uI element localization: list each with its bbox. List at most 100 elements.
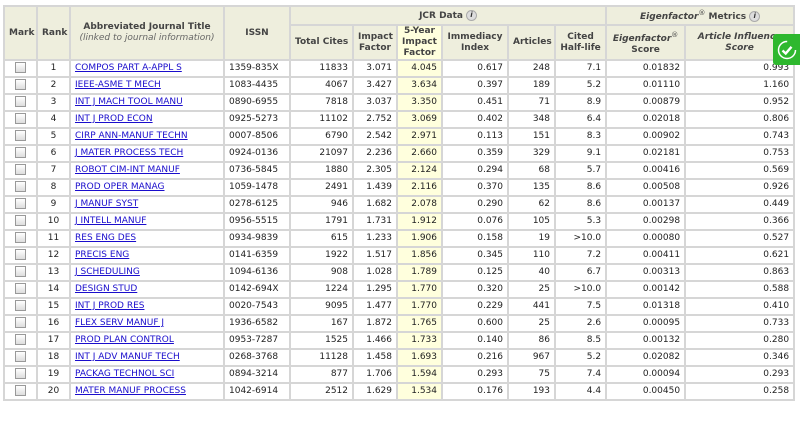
cited-half-life-cell: 5.7 — [553, 161, 608, 180]
mark-checkbox[interactable] — [15, 181, 26, 192]
mark-checkbox[interactable] — [15, 79, 26, 90]
journal-title-link[interactable]: PROD OPER MANAG — [75, 182, 165, 192]
issn-cell: 0924-0136 — [223, 144, 291, 163]
articles-cell: 348 — [507, 110, 556, 129]
info-icon[interactable]: i — [749, 11, 761, 22]
article-influence-score-cell: 0.743 — [684, 127, 796, 146]
info-icon[interactable]: i — [466, 9, 477, 21]
check-badge-icon[interactable] — [773, 34, 800, 65]
mark-checkbox[interactable] — [15, 130, 26, 141]
cited-half-life-cell: 5.2 — [553, 348, 608, 367]
title-cell: PRECIS ENG — [69, 246, 225, 265]
journal-title-link[interactable]: PROD PLAN CONTROL — [75, 335, 174, 345]
journal-title-link[interactable]: J MATER PROCESS TECH — [75, 148, 183, 158]
journal-title-link[interactable]: DESIGN STUD — [75, 284, 137, 294]
immediacy-index-cell: 0.216 — [441, 348, 509, 367]
cited-half-life-cell: 6.7 — [553, 263, 608, 282]
mark-checkbox[interactable] — [15, 198, 26, 209]
articles-cell: 329 — [507, 144, 556, 163]
table-row: 17 PROD PLAN CONTROL 0953-7287 1525 1.466 1.7… — [3, 331, 796, 350]
cited-half-life-cell: >10.0 — [553, 229, 608, 248]
article-influence-score-cell: 0.733 — [684, 314, 796, 333]
cited-half-life-cell: 7.5 — [553, 297, 608, 316]
total-cites-cell: 7818 — [289, 93, 354, 112]
journal-title-link[interactable]: FLEX SERV MANUF J — [75, 318, 164, 328]
issn-cell: 0934-9839 — [223, 229, 291, 248]
journal-title-link[interactable]: J MANUF SYST — [75, 199, 138, 209]
total-cites-cell: 1224 — [289, 280, 354, 299]
five-year-impact-factor-cell: 2.124 — [396, 161, 443, 180]
mark-checkbox[interactable] — [15, 113, 26, 124]
mark-cell — [3, 93, 38, 112]
mark-checkbox[interactable] — [15, 317, 26, 328]
mark-checkbox[interactable] — [15, 164, 26, 175]
mark-checkbox[interactable] — [15, 283, 26, 294]
mark-checkbox[interactable] — [15, 147, 26, 158]
journal-title-link[interactable]: J SCHEDULING — [75, 267, 140, 277]
eigenfactor-score-cell: 0.01832 — [605, 59, 687, 78]
journal-title-link[interactable]: PRECIS ENG — [75, 250, 129, 260]
mark-cell — [3, 263, 38, 282]
mark-cell — [3, 246, 38, 265]
total-cites-cell: 2491 — [289, 178, 354, 197]
mark-checkbox[interactable] — [15, 385, 26, 396]
issn-cell: 0278-6125 — [223, 195, 291, 214]
journal-title-link[interactable]: CIRP ANN-MANUF TECHN — [75, 131, 188, 141]
mark-checkbox[interactable] — [15, 249, 26, 260]
rank-cell: 10 — [36, 212, 71, 231]
journal-title-link[interactable]: MATER MANUF PROCESS — [75, 386, 186, 396]
journal-title-link[interactable]: PACKAG TECHNOL SCI — [75, 369, 174, 379]
five-year-impact-factor-cell: 2.078 — [396, 195, 443, 214]
table-row: 15 INT J PROD RES 0020-7543 9095 1.477 1.770 0… — [3, 297, 796, 316]
mark-checkbox[interactable] — [15, 334, 26, 345]
impact-factor-cell: 1.233 — [352, 229, 398, 248]
title-cell: INT J PROD ECON — [69, 110, 225, 129]
five-year-impact-factor-cell: 3.069 — [396, 110, 443, 129]
journal-title-link[interactable]: IEEE-ASME T MECH — [75, 80, 161, 90]
five-year-impact-factor-cell: 3.634 — [396, 76, 443, 95]
mark-cell — [3, 161, 38, 180]
mark-checkbox[interactable] — [15, 266, 26, 277]
total-cites-cell: 11102 — [289, 110, 354, 129]
issn-cell: 0890-6955 — [223, 93, 291, 112]
immediacy-index-cell: 0.125 — [441, 263, 509, 282]
rank-cell: 2 — [36, 76, 71, 95]
cited-half-life-cell: 5.2 — [553, 76, 608, 95]
journal-title-link[interactable]: INT J MACH TOOL MANU — [75, 97, 183, 107]
journal-title-link[interactable]: RES ENG DES — [75, 233, 136, 243]
issn-cell: 1359-835X — [223, 59, 291, 78]
cited-half-life-cell: 8.5 — [553, 331, 608, 350]
journal-title-link[interactable]: ROBOT CIM-INT MANUF — [75, 165, 180, 175]
table-body: 1 COMPOS PART A-APPL S 1359-835X 11833 3.071… — [3, 59, 796, 401]
col-cited-half-life: Cited Half-life — [553, 24, 608, 61]
mark-checkbox[interactable] — [15, 300, 26, 311]
title-cell: FLEX SERV MANUF J — [69, 314, 225, 333]
mark-checkbox[interactable] — [15, 62, 26, 73]
immediacy-index-cell: 0.397 — [441, 76, 509, 95]
five-year-impact-factor-cell: 1.733 — [396, 331, 443, 350]
title-cell: J MATER PROCESS TECH — [69, 144, 225, 163]
eigenfactor-score-cell: 0.02082 — [605, 348, 687, 367]
impact-factor-cell: 1.706 — [352, 365, 398, 384]
journal-title-link[interactable]: COMPOS PART A-APPL S — [75, 63, 182, 73]
articles-cell: 71 — [507, 93, 556, 112]
mark-checkbox[interactable] — [15, 368, 26, 379]
cited-half-life-cell: 7.4 — [553, 365, 608, 384]
mark-checkbox[interactable] — [15, 232, 26, 243]
mark-checkbox[interactable] — [15, 96, 26, 107]
journal-title-link[interactable]: J INTELL MANUF — [75, 216, 146, 226]
col-rank: Rank — [36, 5, 71, 61]
journal-title-link[interactable]: INT J PROD RES — [75, 301, 144, 311]
mark-checkbox[interactable] — [15, 215, 26, 226]
mark-cell — [3, 314, 38, 333]
journal-title-link[interactable]: INT J ADV MANUF TECH — [75, 352, 180, 362]
journal-title-link[interactable]: INT J PROD ECON — [75, 114, 153, 124]
mark-cell — [3, 76, 38, 95]
rank-cell: 1 — [36, 59, 71, 78]
total-cites-cell: 6790 — [289, 127, 354, 146]
col-articles: Articles — [507, 24, 556, 61]
total-cites-cell: 1791 — [289, 212, 354, 231]
mark-checkbox[interactable] — [15, 351, 26, 362]
five-year-impact-factor-cell: 1.912 — [396, 212, 443, 231]
impact-factor-cell: 2.305 — [352, 161, 398, 180]
